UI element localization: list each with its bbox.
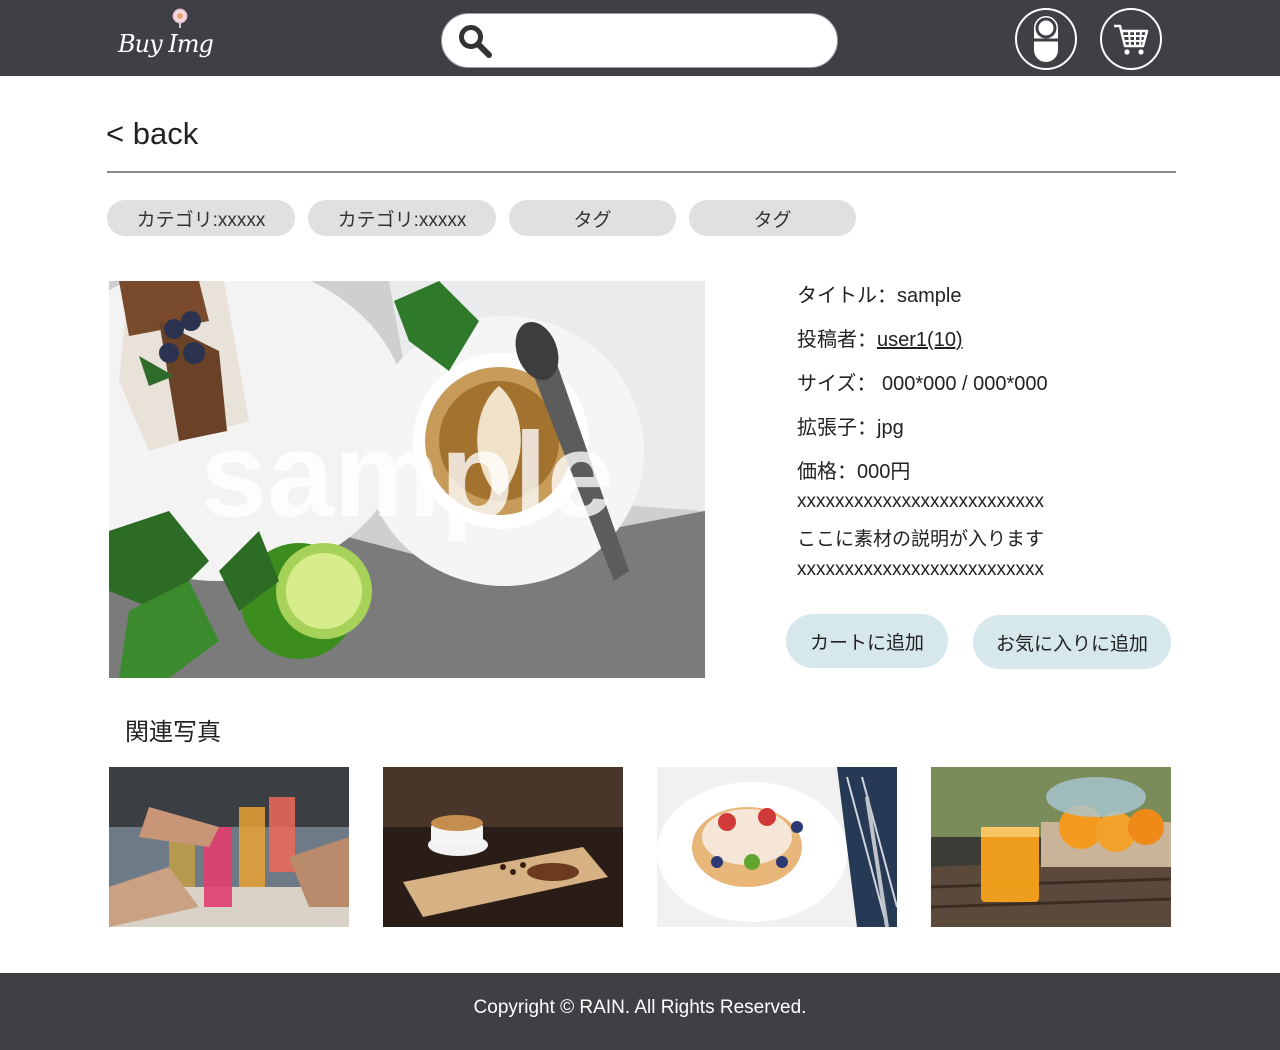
related-photo[interactable]	[931, 767, 1171, 927]
site-header: Buy Img	[0, 0, 1280, 76]
related-photo[interactable]	[109, 767, 349, 927]
user-account-icon	[1032, 16, 1060, 62]
shopping-cart-icon	[1114, 24, 1149, 55]
title-label: タイトル：	[797, 285, 897, 307]
latte-on-board-photo	[383, 767, 623, 927]
pancakes-with-fruit-photo	[657, 767, 897, 927]
site-logo[interactable]: Buy Img	[116, 8, 216, 68]
main-product-image: sample	[109, 281, 705, 678]
size-value: 000*000 / 000*000	[876, 373, 1048, 395]
price-label: 価格：	[797, 461, 857, 483]
flower-icon	[172, 8, 188, 28]
copyright-text: Copyright © RAIN. All Rights Reserved.	[473, 997, 807, 1018]
user-account-button[interactable]	[1015, 8, 1077, 70]
add-to-cart-button[interactable]: カートに追加	[786, 614, 948, 668]
cart-button[interactable]	[1100, 8, 1162, 70]
price-row: 価格：000円	[797, 455, 910, 484]
related-photos-heading: 関連写真	[125, 719, 221, 746]
back-link[interactable]: < back	[106, 116, 198, 152]
title-row: タイトル：sample	[797, 279, 961, 308]
extension-label: 拡張子：	[797, 417, 877, 439]
drinks-toast-photo	[109, 767, 349, 927]
size-row: サイズ： 000*000 / 000*000	[797, 367, 1048, 396]
search-icon[interactable]	[458, 24, 492, 58]
related-photo[interactable]	[383, 767, 623, 927]
search-bar[interactable]	[441, 13, 838, 68]
title-value: sample	[897, 285, 962, 307]
extension-value: jpg	[877, 417, 904, 439]
description-line: xxxxxxxxxxxxxxxxxxxxxxxxxx	[797, 559, 1044, 580]
tag-chip[interactable]: タグ	[509, 200, 676, 236]
size-label: サイズ：	[797, 373, 877, 395]
poster-row: 投稿者：user1(10)	[797, 323, 963, 352]
poster-link[interactable]: user1(10)	[877, 329, 963, 351]
logo-text: Buy Img	[118, 30, 214, 58]
orange-juice-photo	[931, 767, 1171, 927]
category-chip[interactable]: カテゴリ:xxxxx	[107, 200, 295, 236]
search-input[interactable]	[504, 22, 824, 60]
related-photo[interactable]	[657, 767, 897, 927]
poster-label: 投稿者：	[797, 329, 877, 351]
extension-row: 拡張子：jpg	[797, 411, 904, 440]
category-chip[interactable]: カテゴリ:xxxxx	[308, 200, 496, 236]
description-line: ここに素材の説明が入ります	[797, 529, 1045, 550]
add-to-favorites-button[interactable]: お気に入りに追加	[973, 615, 1171, 669]
divider	[107, 171, 1176, 173]
tag-chip[interactable]: タグ	[689, 200, 856, 236]
site-footer: Copyright © RAIN. All Rights Reserved.	[0, 973, 1280, 1050]
coffee-and-cake-photo: sample	[109, 281, 705, 678]
description-line: xxxxxxxxxxxxxxxxxxxxxxxxxx	[797, 491, 1044, 512]
watermark-text: sample	[200, 408, 614, 542]
price-value: 000円	[857, 461, 911, 483]
